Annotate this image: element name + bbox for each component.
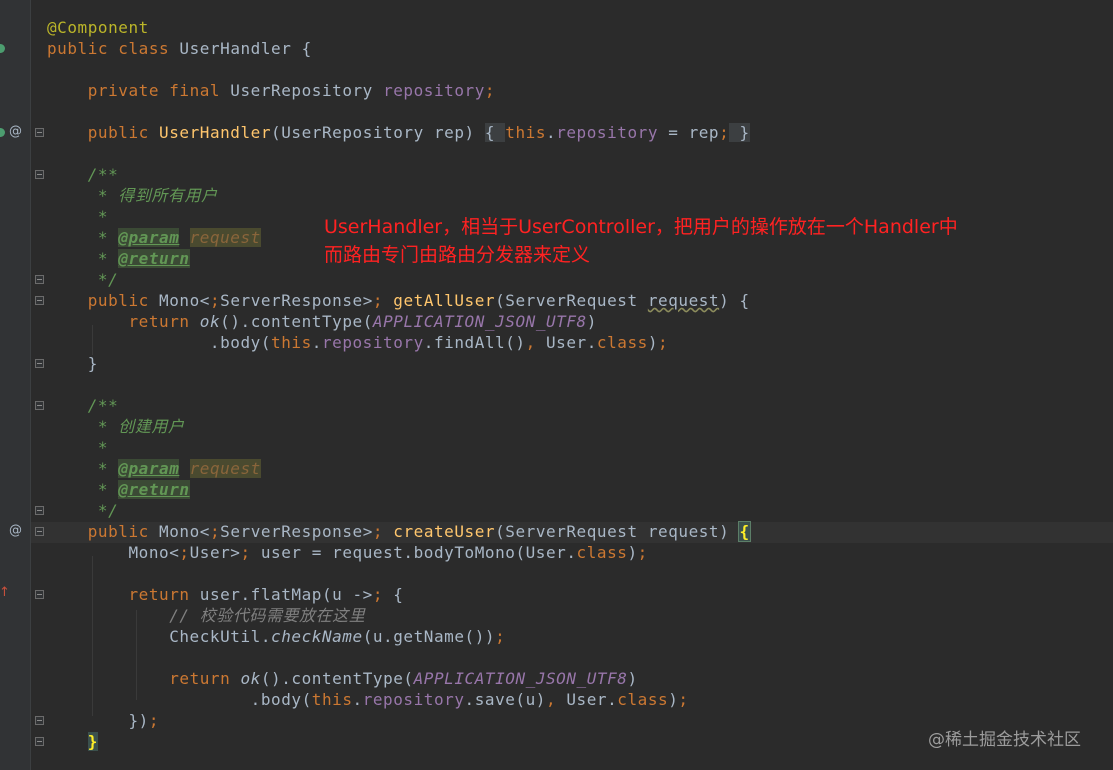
override-icon[interactable]: @ (9, 523, 22, 538)
code-line[interactable]: return ok().contentType(APPLICATION_JSON… (47, 311, 597, 332)
code-line[interactable]: * @param request (47, 227, 261, 248)
code-line[interactable]: * 得到所有用户 (47, 185, 218, 206)
code-line[interactable]: return ok().contentType(APPLICATION_JSON… (47, 668, 638, 689)
code-line[interactable]: public class UserHandler { (47, 38, 312, 59)
code-line[interactable]: * 创建用户 (47, 416, 184, 437)
code-line[interactable]: * (47, 206, 108, 227)
code-line[interactable]: private final UserRepository repository; (47, 80, 495, 101)
code-line[interactable]: } (47, 731, 98, 752)
code-line[interactable]: /** (47, 395, 118, 416)
code-line[interactable]: * @return (47, 479, 190, 500)
code-line[interactable]: public UserHandler(UserRepository rep) {… (47, 122, 750, 143)
code-line[interactable]: * @return (47, 248, 190, 269)
code-line[interactable]: public Mono<;ServerResponse>; createUser… (47, 521, 751, 542)
editor-gutter[interactable] (0, 0, 30, 770)
code-line[interactable]: }); (47, 710, 159, 731)
code-line[interactable]: Mono<;User>; user = request.bodyToMono(U… (47, 542, 648, 563)
code-line[interactable]: @Component (47, 17, 149, 38)
watermark: @稀土掘金技术社区 (928, 730, 1081, 750)
fold-icon[interactable] (35, 275, 44, 284)
fold-icon[interactable] (35, 506, 44, 515)
code-editor[interactable]: @ @ ↑ @Component public class UserHandler… (0, 0, 1113, 770)
code-line[interactable]: * @param request (47, 458, 261, 479)
code-line[interactable]: .body(this.repository.save(u), User.clas… (47, 689, 689, 710)
fold-icon[interactable] (35, 737, 44, 746)
code-line[interactable]: public Mono<;ServerResponse>; getAllUser… (47, 290, 750, 311)
fold-icon[interactable] (35, 359, 44, 368)
code-line[interactable]: .body(this.repository.findAll(), User.cl… (47, 332, 668, 353)
code-line[interactable]: return user.flatMap(u ->; { (47, 584, 403, 605)
error-arrow-icon[interactable]: ↑ (0, 585, 10, 600)
annotation-text: 而路由专门由路由分发器来定义 (324, 244, 591, 266)
code-line[interactable]: */ (47, 269, 118, 290)
annotation-text: UserHandler，相当于UserController，把用户的操作放在一个… (324, 216, 958, 238)
fold-icon[interactable] (35, 590, 44, 599)
code-line[interactable]: * (47, 437, 108, 458)
code-line[interactable]: /** (47, 164, 118, 185)
fold-icon[interactable] (35, 296, 44, 305)
fold-icon[interactable] (35, 128, 44, 137)
gutter-divider (30, 0, 31, 770)
code-line[interactable]: CheckUtil.checkName(u.getName()); (47, 626, 505, 647)
fold-icon[interactable] (35, 401, 44, 410)
fold-icon[interactable] (35, 716, 44, 725)
code-line[interactable]: // 校验代码需要放在这里 (47, 605, 365, 626)
code-line[interactable]: */ (47, 500, 118, 521)
fold-icon[interactable] (35, 527, 44, 536)
code-line[interactable]: } (47, 353, 98, 374)
override-icon[interactable]: @ (9, 124, 22, 139)
fold-icon[interactable] (35, 170, 44, 179)
